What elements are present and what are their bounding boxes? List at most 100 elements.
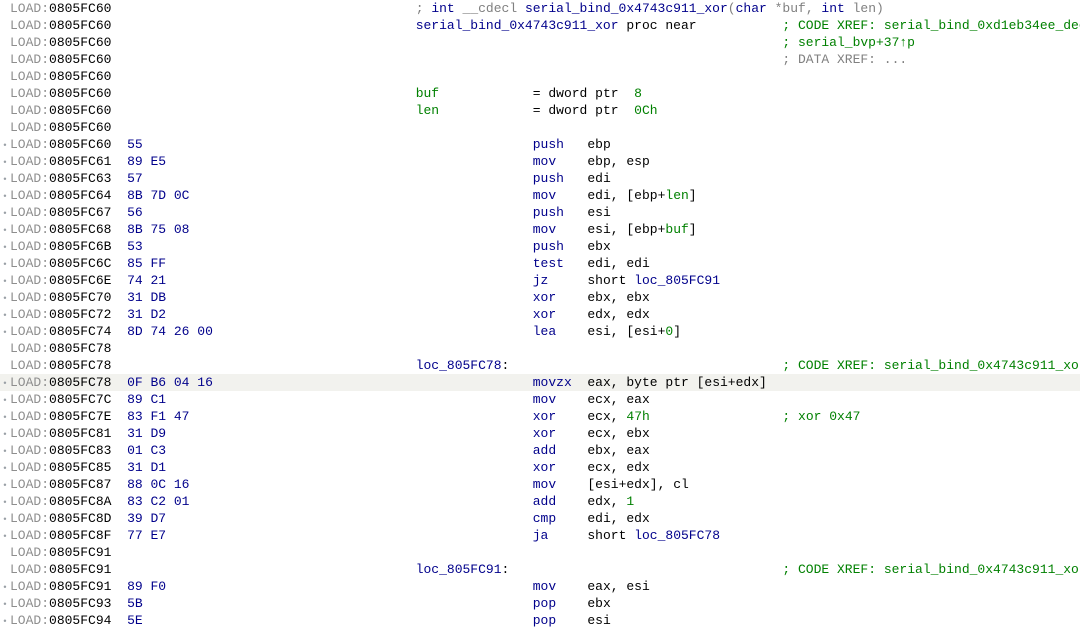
mnemonic: mov [533, 154, 556, 169]
segment-label: LOAD: [10, 562, 49, 577]
disasm-line[interactable]: •LOAD:0805FC83 01 C3 add ebx, eax [0, 442, 1080, 459]
text-fragment: serial_bind_0x4743c911_xor [416, 18, 619, 33]
operand: ebx [587, 239, 610, 254]
disasm-line[interactable]: LOAD:0805FC78 [0, 340, 1080, 357]
address: 0805FC78 [49, 358, 111, 373]
comment: ; CODE XREF: [782, 358, 883, 373]
disasm-line[interactable]: •LOAD:0805FC6C 85 FF test edi, edi [0, 255, 1080, 272]
segment-label: LOAD: [10, 137, 49, 152]
disasm-line[interactable]: LOAD:0805FC60 serial_bind_0x4743c911_xor… [0, 17, 1080, 34]
hex-bytes: 89 F0 [127, 579, 166, 594]
disasm-line[interactable]: LOAD:0805FC60 [0, 68, 1080, 85]
hex-bytes: 89 C1 [127, 392, 166, 407]
xref-marker: • [0, 189, 10, 206]
disasm-line[interactable]: LOAD:0805FC60 len = dword ptr 0Ch [0, 102, 1080, 119]
segment-label: LOAD: [10, 443, 49, 458]
address: 0805FC8F [49, 528, 111, 543]
disasm-line[interactable]: •LOAD:0805FC67 56 push esi [0, 204, 1080, 221]
disasm-line[interactable]: •LOAD:0805FC91 89 F0 mov eax, esi [0, 578, 1080, 595]
disasm-line[interactable]: •LOAD:0805FC72 31 D2 xor edx, edx [0, 306, 1080, 323]
mnemonic: mov [533, 392, 556, 407]
operand: len [665, 188, 688, 203]
disasm-line[interactable]: •LOAD:0805FC68 8B 75 08 mov esi, [ebp+bu… [0, 221, 1080, 238]
disasm-line[interactable]: •LOAD:0805FC85 31 D1 xor ecx, edx [0, 459, 1080, 476]
disasm-line[interactable]: LOAD:0805FC60 [0, 119, 1080, 136]
mnemonic: add [533, 494, 556, 509]
line-body: LOAD:0805FC72 31 D2 xor edx, edx [10, 306, 650, 323]
disasm-line[interactable]: LOAD:0805FC91 [0, 544, 1080, 561]
disasm-line[interactable]: •LOAD:0805FC8D 39 D7 cmp edi, edx [0, 510, 1080, 527]
xref-marker: • [0, 410, 10, 427]
segment-label: LOAD: [10, 341, 49, 356]
segment-label: LOAD: [10, 35, 49, 50]
text-fragment: len [416, 103, 439, 118]
disasm-line[interactable]: •LOAD:0805FC94 5E pop esi [0, 612, 1080, 629]
disasm-line[interactable]: •LOAD:0805FC87 88 0C 16 mov [esi+edx], c… [0, 476, 1080, 493]
mnemonic: push [533, 239, 564, 254]
address: 0805FC94 [49, 613, 111, 628]
disasm-line[interactable]: •LOAD:0805FC70 31 DB xor ebx, ebx [0, 289, 1080, 306]
operand: loc_805FC91 [634, 273, 720, 288]
segment-label: LOAD: [10, 324, 49, 339]
disasm-line[interactable]: •LOAD:0805FC8F 77 E7 ja short loc_805FC7… [0, 527, 1080, 544]
line-body: LOAD:0805FC61 89 E5 mov ebp, esp [10, 153, 650, 170]
disassembly-view[interactable]: LOAD:0805FC60 ; int __cdecl serial_bind_… [0, 0, 1080, 631]
address: 0805FC72 [49, 307, 111, 322]
hex-bytes: 89 E5 [127, 154, 166, 169]
disasm-line[interactable]: •LOAD:0805FC81 31 D9 xor ecx, ebx [0, 425, 1080, 442]
disasm-line[interactable]: LOAD:0805FC60 ; DATA XREF: ... [0, 51, 1080, 68]
line-body: LOAD:0805FC60 ; int __cdecl serial_bind_… [10, 0, 884, 17]
disasm-line[interactable]: LOAD:0805FC78 loc_805FC78: ; CODE XREF: … [0, 357, 1080, 374]
disasm-line[interactable]: LOAD:0805FC60 buf = dword ptr 8 [0, 85, 1080, 102]
text-fragment: ; [416, 1, 432, 16]
disasm-line[interactable]: •LOAD:0805FC61 89 E5 mov ebp, esp [0, 153, 1080, 170]
segment-label: LOAD: [10, 154, 49, 169]
line-body: LOAD:0805FC8F 77 E7 ja short loc_805FC78 [10, 527, 720, 544]
xref-marker: • [0, 512, 10, 529]
segment-label: LOAD: [10, 477, 49, 492]
comment: ; CODE XREF: [782, 18, 883, 33]
text-fragment: ; [782, 35, 798, 50]
address: 0805FC81 [49, 426, 111, 441]
text-fragment: = dword ptr [533, 86, 634, 101]
disasm-line[interactable]: •LOAD:0805FC78 0F B6 04 16 movzx eax, by… [0, 374, 1080, 391]
operand: ecx, edx [587, 460, 649, 475]
disasm-line[interactable]: •LOAD:0805FC7E 83 F1 47 xor ecx, 47h ; x… [0, 408, 1080, 425]
disasm-line[interactable]: LOAD:0805FC60 ; int __cdecl serial_bind_… [0, 0, 1080, 17]
operand: esi, [ebp+ [587, 222, 665, 237]
hex-bytes: 8B 75 08 [127, 222, 189, 237]
operand: ] [673, 324, 681, 339]
disasm-line[interactable]: LOAD:0805FC60 ; serial_bvp+37↑p [0, 34, 1080, 51]
disasm-line[interactable]: •LOAD:0805FC6E 74 21 jz short loc_805FC9… [0, 272, 1080, 289]
line-body: LOAD:0805FC8A 83 C2 01 add edx, 1 [10, 493, 634, 510]
operand: ebx [587, 596, 610, 611]
xref-marker: • [0, 393, 10, 410]
operand: esi [587, 205, 610, 220]
disasm-line[interactable]: •LOAD:0805FC74 8D 74 26 00 lea esi, [esi… [0, 323, 1080, 340]
disasm-line[interactable]: •LOAD:0805FC6B 53 push ebx [0, 238, 1080, 255]
line-body: LOAD:0805FC91 loc_805FC91: ; CODE XREF: … [10, 561, 1080, 578]
disasm-line[interactable]: •LOAD:0805FC60 55 push ebp [0, 136, 1080, 153]
segment-label: LOAD: [10, 375, 49, 390]
disasm-line[interactable]: •LOAD:0805FC63 57 push edi [0, 170, 1080, 187]
mnemonic: mov [533, 579, 556, 594]
address: 0805FC91 [49, 562, 111, 577]
segment-label: LOAD: [10, 290, 49, 305]
disasm-line[interactable]: •LOAD:0805FC8A 83 C2 01 add edx, 1 [0, 493, 1080, 510]
xref-marker: • [0, 478, 10, 495]
line-body: LOAD:0805FC87 88 0C 16 mov [esi+edx], cl [10, 476, 689, 493]
text-fragment: serial_bind_0x4743c911_xor [525, 1, 728, 16]
disasm-line[interactable]: •LOAD:0805FC64 8B 7D 0C mov edi, [ebp+le… [0, 187, 1080, 204]
disasm-line[interactable]: LOAD:0805FC91 loc_805FC91: ; CODE XREF: … [0, 561, 1080, 578]
operand: loc_805FC78 [634, 528, 720, 543]
comment: serial_bind_0x4743c911_xor+E↑j [884, 562, 1080, 577]
xref-marker: • [0, 325, 10, 342]
line-body: LOAD:0805FC7E 83 F1 47 xor ecx, 47h ; xo… [10, 408, 860, 425]
address: 0805FC60 [49, 1, 111, 16]
segment-label: LOAD: [10, 358, 49, 373]
text-fragment: ( [728, 1, 736, 16]
comment: ; CODE XREF: [782, 562, 883, 577]
text-fragment: buf [416, 86, 439, 101]
disasm-line[interactable]: •LOAD:0805FC7C 89 C1 mov ecx, eax [0, 391, 1080, 408]
disasm-line[interactable]: •LOAD:0805FC93 5B pop ebx [0, 595, 1080, 612]
